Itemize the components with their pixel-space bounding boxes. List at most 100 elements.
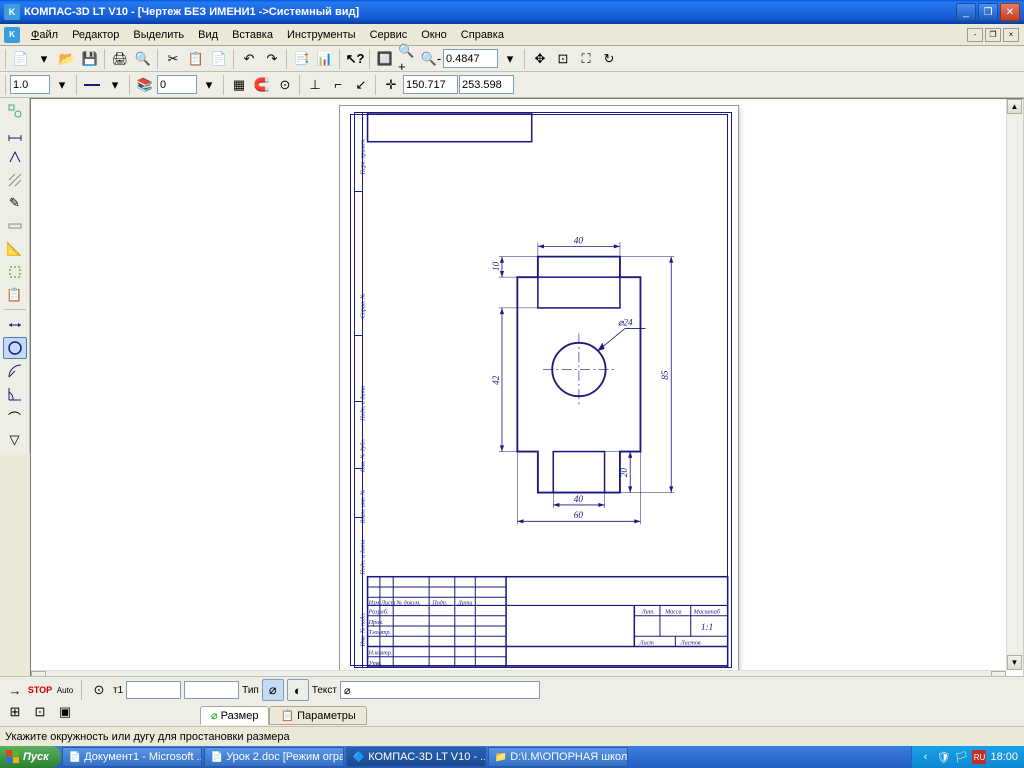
menu-window[interactable]: Окно xyxy=(414,27,454,43)
snap-end-button[interactable]: ⊙ xyxy=(274,74,296,96)
point1-icon: ⊙ xyxy=(88,679,110,701)
text-input[interactable] xyxy=(340,681,540,699)
select-tool[interactable] xyxy=(3,261,27,283)
stop-button[interactable]: STOP xyxy=(29,679,51,701)
taskbar-item-4[interactable]: 📁D:\I.M\ОПОРНАЯ школа... xyxy=(488,747,628,767)
zoom-window-button[interactable]: 🔲 xyxy=(374,48,396,70)
zoom-out-button[interactable]: 🔍- xyxy=(420,48,442,70)
variables-button[interactable]: 📊 xyxy=(314,48,336,70)
windows-taskbar: Пуск 📄Документ1 - Microsoft ... 📄Урок 2.… xyxy=(0,746,1024,768)
start-button[interactable]: Пуск xyxy=(0,746,61,768)
cut-button[interactable]: ✂ xyxy=(162,48,184,70)
tab-razmer[interactable]: ⌀Размер xyxy=(200,706,269,725)
vertical-scrollbar[interactable]: ▲ ▼ xyxy=(1006,99,1023,670)
print-button[interactable]: 🖨 xyxy=(109,48,131,70)
side-label-4: Инв. № дубл. xyxy=(359,439,366,473)
scale-dropdown[interactable]: ▾ xyxy=(51,74,73,96)
taskbar-item-1[interactable]: 📄Документ1 - Microsoft ... xyxy=(62,747,202,767)
radial-dim-tool[interactable] xyxy=(3,360,27,382)
doc-minimize-button[interactable]: - xyxy=(967,28,983,42)
linestyle-dropdown[interactable]: ▾ xyxy=(104,74,126,96)
redo-button[interactable]: ↷ xyxy=(261,48,283,70)
tab-parametry[interactable]: 📋Параметры xyxy=(269,706,366,725)
coord-button[interactable]: ✛ xyxy=(380,74,402,96)
close-button[interactable]: ✕ xyxy=(1000,3,1020,21)
angular-dim-tool[interactable] xyxy=(3,383,27,405)
zoom-in-button[interactable]: 🔍+ xyxy=(397,48,419,70)
undo-button[interactable]: ↶ xyxy=(238,48,260,70)
t1-y-input[interactable] xyxy=(184,681,239,699)
svg-text:Лист: Лист xyxy=(638,640,654,646)
taskbar-item-3[interactable]: 🔷КОМПАС-3D LT V10 - ... xyxy=(346,747,486,767)
edit-tool[interactable]: ✎ xyxy=(3,192,27,214)
bp-btn2[interactable]: ⊡ xyxy=(29,701,51,723)
auto-button[interactable]: Auto xyxy=(54,679,76,701)
layer-input[interactable] xyxy=(157,75,197,94)
taskbar-item-2[interactable]: 📄Урок 2.doc [Режим огра... xyxy=(204,747,344,767)
zoom-value-input[interactable] xyxy=(443,49,498,68)
menu-insert[interactable]: Вставка xyxy=(225,27,280,43)
properties-button[interactable]: 📑 xyxy=(291,48,313,70)
preview-button[interactable]: 🔍 xyxy=(132,48,154,70)
type-radius-button[interactable]: ◐ xyxy=(287,679,309,701)
spec-tool[interactable]: 📋 xyxy=(3,284,27,306)
zoom-fit-button[interactable]: ⛶ xyxy=(575,48,597,70)
refresh-button[interactable]: ↻ xyxy=(598,48,620,70)
geometry-tool[interactable] xyxy=(3,100,27,122)
height-dim-tool[interactable]: ▽ xyxy=(3,429,27,451)
symbols-tool[interactable] xyxy=(3,146,27,168)
layers-button[interactable]: 📚 xyxy=(134,74,156,96)
tray-shield-icon[interactable]: 🛡 xyxy=(936,750,950,764)
window-title: КОМПАС-3D LT V10 - [Чертеж БЕЗ ИМЕНИ1 ->… xyxy=(24,6,956,18)
cursor-arrow-button[interactable]: ↖? xyxy=(344,48,366,70)
linestyle-button[interactable] xyxy=(81,74,103,96)
open-button[interactable]: 📂 xyxy=(56,48,78,70)
layer-dropdown[interactable]: ▾ xyxy=(198,74,220,96)
menu-file[interactable]: Файл xyxy=(24,27,65,43)
save-button[interactable]: 💾 xyxy=(79,48,101,70)
coord-x-input[interactable] xyxy=(403,75,458,94)
bp-btn3[interactable]: ▣ xyxy=(54,701,76,723)
type-diameter-button[interactable]: ⌀ xyxy=(262,679,284,701)
doc-restore-button[interactable]: ❐ xyxy=(985,28,1001,42)
coord-y-input[interactable] xyxy=(459,75,514,94)
menu-select[interactable]: Выделить xyxy=(126,27,191,43)
ortho-button[interactable]: ⊥ xyxy=(304,74,326,96)
doc-close-button[interactable]: × xyxy=(1003,28,1019,42)
menu-service[interactable]: Сервис xyxy=(363,27,415,43)
tray-expand-icon[interactable]: ‹ xyxy=(918,750,932,764)
round-button[interactable]: ⌐ xyxy=(327,74,349,96)
bp-btn1[interactable]: ⊞ xyxy=(4,701,26,723)
menu-edit[interactable]: Редактор xyxy=(65,27,126,43)
svg-text:Разраб.: Разраб. xyxy=(368,609,389,616)
dimensions-tool[interactable] xyxy=(3,123,27,145)
minimize-button[interactable]: _ xyxy=(956,3,976,21)
menu-help[interactable]: Справка xyxy=(454,27,511,43)
arc-dim-tool[interactable]: ⌒ xyxy=(3,406,27,428)
snap-magnet-button[interactable]: 🧲 xyxy=(251,74,273,96)
paste-button[interactable]: 📄 xyxy=(208,48,230,70)
zoom-prev-button[interactable]: ⊡ xyxy=(552,48,574,70)
tray-lang-icon[interactable]: RU xyxy=(972,750,986,764)
restore-button[interactable]: ❐ xyxy=(978,3,998,21)
zoom-dropdown[interactable]: ▾ xyxy=(499,48,521,70)
menu-view[interactable]: Вид xyxy=(191,27,225,43)
local-cs-button[interactable]: ↙ xyxy=(350,74,372,96)
diameter-dim-tool[interactable] xyxy=(3,337,27,359)
hatch-tool[interactable] xyxy=(3,169,27,191)
pan-button[interactable]: ✥ xyxy=(529,48,551,70)
new-dropdown[interactable]: ▾ xyxy=(33,48,55,70)
measure-tool[interactable]: 📐 xyxy=(3,238,27,260)
scale-input[interactable] xyxy=(10,75,50,94)
drawing-canvas[interactable]: Перв. примен. Справ. № Подп. и дата Инв.… xyxy=(30,98,1024,688)
new-button[interactable]: 📄 xyxy=(10,48,32,70)
system-tray[interactable]: ‹ 🛡 🏳 RU 18:00 xyxy=(911,746,1024,768)
tray-flag-icon[interactable]: 🏳 xyxy=(954,750,968,764)
param-tool[interactable] xyxy=(3,215,27,237)
apply-button[interactable]: → xyxy=(4,679,26,701)
snap-grid-button[interactable]: ▦ xyxy=(228,74,250,96)
copy-button[interactable]: 📋 xyxy=(185,48,207,70)
menu-tools[interactable]: Инструменты xyxy=(280,27,363,43)
linear-dim-tool[interactable] xyxy=(3,314,27,336)
t1-x-input[interactable] xyxy=(126,681,181,699)
